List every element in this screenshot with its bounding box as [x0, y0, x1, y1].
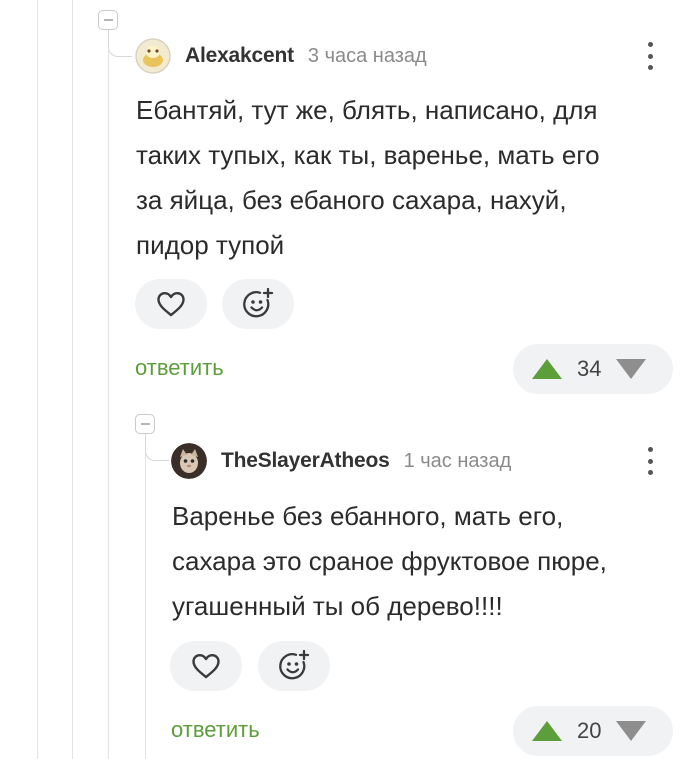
collapse-thread-button[interactable] — [135, 414, 155, 434]
comment-header: Alexakcent 3 часа назад — [135, 38, 427, 74]
reply-link[interactable]: ответить — [171, 717, 260, 743]
author-name[interactable]: Alexakcent — [185, 44, 294, 68]
rating-count: 20 — [577, 718, 602, 743]
thread-connector — [108, 30, 132, 57]
add-reaction-button[interactable] — [258, 641, 330, 691]
heart-icon — [192, 654, 220, 679]
thread-line — [108, 30, 109, 759]
rating-count: 34 — [577, 356, 602, 381]
dot — [647, 470, 653, 475]
comment-text-line: за яйца, без ебаного сахара, нахуй, — [136, 185, 567, 215]
comment-text-line: сахара это сраное фруктовое пюре, — [172, 546, 607, 576]
avatar[interactable] — [135, 38, 171, 74]
like-button[interactable] — [170, 641, 242, 691]
comment-header: TheSlayerAtheos 1 час назад — [171, 443, 511, 479]
comment-menu-button[interactable] — [644, 38, 656, 74]
thread-line — [145, 434, 146, 759]
dot — [647, 42, 653, 47]
avatar[interactable] — [171, 443, 207, 479]
comment-text: Варенье без ебанного, мать его, сахара э… — [172, 494, 607, 629]
smiley-add-icon — [279, 649, 310, 680]
rating-control: 20 — [513, 706, 673, 756]
heart-icon — [157, 292, 185, 317]
collapse-thread-button[interactable] — [98, 10, 118, 30]
comment-text-line: Варенье без ебанного, мать его, — [172, 501, 564, 531]
comment-text-line: пидор тупой — [136, 230, 285, 260]
smiley-add-icon — [243, 287, 274, 318]
author-name[interactable]: TheSlayerAtheos — [221, 449, 390, 473]
triangle-down-icon[interactable] — [615, 720, 647, 742]
comment-text-line: таких тупых, как ты, варенье, мать его — [136, 140, 600, 170]
comment-text: Ебантяй, тут же, блять, написано, для та… — [136, 88, 600, 268]
comment-menu-button[interactable] — [644, 443, 656, 479]
comment-time: 1 час назад — [403, 449, 512, 472]
triangle-up-icon[interactable] — [531, 358, 563, 380]
comment-time: 3 часа назад — [307, 44, 427, 67]
rating-control: 34 — [513, 344, 673, 394]
comment-text-line: Ебантяй, тут же, блять, написано, для — [136, 95, 598, 125]
comment-text-line: угашенный ты об дерево!!!! — [172, 591, 503, 621]
like-button[interactable] — [135, 279, 207, 329]
triangle-down-icon[interactable] — [615, 358, 647, 380]
add-reaction-button[interactable] — [222, 279, 294, 329]
dot — [647, 458, 653, 464]
thread-line — [37, 0, 38, 759]
dot — [647, 65, 653, 70]
thread-line — [72, 0, 73, 759]
triangle-up-icon[interactable] — [531, 720, 563, 742]
dot — [647, 447, 653, 452]
thread-connector — [145, 434, 169, 461]
reply-link[interactable]: ответить — [135, 355, 224, 381]
dot — [647, 53, 653, 59]
